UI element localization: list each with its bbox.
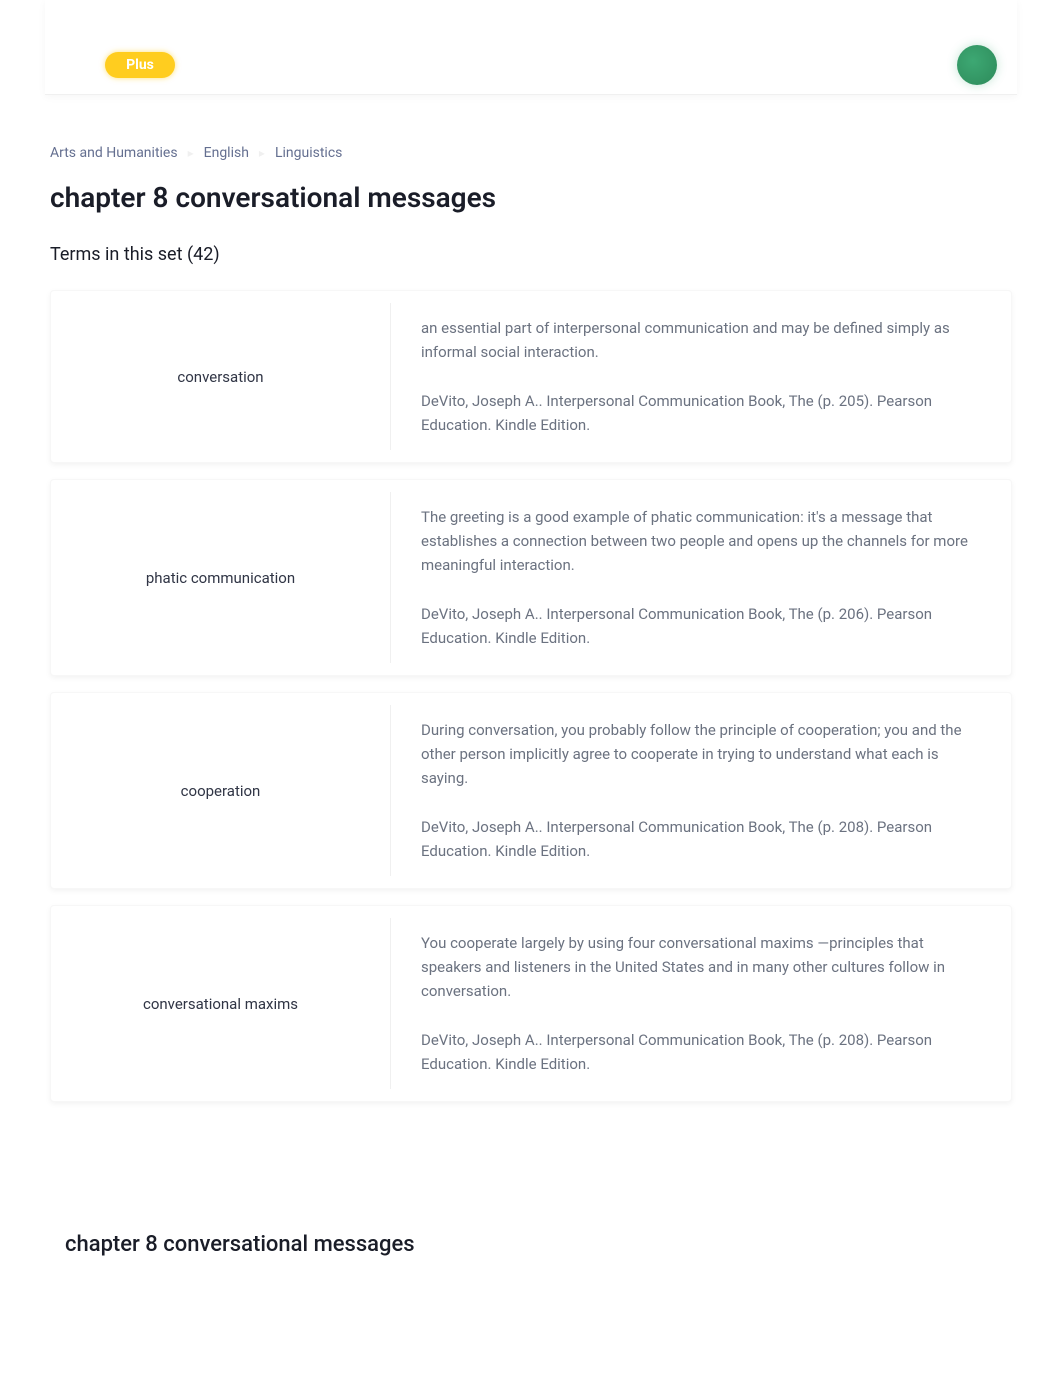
card-definition-panel: During conversation, you probably follow… xyxy=(391,693,1011,888)
breadcrumb-item-arts[interactable]: Arts and Humanities xyxy=(50,145,178,161)
cards-list: conversation an essential part of interp… xyxy=(50,290,1012,1102)
card-definition: During conversation, you probably follow… xyxy=(421,718,981,790)
card-term: conversational maxims xyxy=(143,995,298,1013)
avatar[interactable] xyxy=(957,45,997,85)
flashcard[interactable]: cooperation During conversation, you pro… xyxy=(50,692,1012,889)
card-citation: DeVito, Joseph A.. Interpersonal Communi… xyxy=(421,389,981,437)
main-content: Arts and Humanities ▸ English ▸ Linguist… xyxy=(0,95,1062,1132)
card-definition: You cooperate largely by using four conv… xyxy=(421,931,981,1003)
plus-badge[interactable]: Plus xyxy=(105,52,175,78)
card-definition-panel: The greeting is a good example of phatic… xyxy=(391,480,1011,675)
card-citation: DeVito, Joseph A.. Interpersonal Communi… xyxy=(421,602,981,650)
card-term-panel: conversation xyxy=(51,303,391,450)
card-term-panel: phatic communication xyxy=(51,492,391,663)
flashcard[interactable]: conversation an essential part of interp… xyxy=(50,290,1012,463)
flashcard[interactable]: phatic communication The greeting is a g… xyxy=(50,479,1012,676)
card-definition-panel: an essential part of interpersonal commu… xyxy=(391,291,1011,462)
breadcrumb: Arts and Humanities ▸ English ▸ Linguist… xyxy=(50,145,1012,161)
card-definition-panel: You cooperate largely by using four conv… xyxy=(391,906,1011,1101)
flashcard[interactable]: conversational maxims You cooperate larg… xyxy=(50,905,1012,1102)
card-citation: DeVito, Joseph A.. Interpersonal Communi… xyxy=(421,815,981,863)
breadcrumb-item-linguistics[interactable]: Linguistics xyxy=(275,145,342,161)
card-citation: DeVito, Joseph A.. Interpersonal Communi… xyxy=(421,1028,981,1076)
terms-count-subtitle: Terms in this set (42) xyxy=(50,244,1012,265)
plus-badge-label: Plus xyxy=(126,57,154,73)
card-definition: The greeting is a good example of phatic… xyxy=(421,505,981,577)
breadcrumb-item-english[interactable]: English xyxy=(204,145,249,161)
chevron-right-icon: ▸ xyxy=(188,146,194,160)
footer-title: chapter 8 conversational messages xyxy=(0,1132,1062,1317)
chevron-right-icon: ▸ xyxy=(259,146,265,160)
card-term-panel: cooperation xyxy=(51,705,391,876)
card-term: cooperation xyxy=(181,782,261,800)
header-bar: Plus xyxy=(45,0,1017,95)
card-term-panel: conversational maxims xyxy=(51,918,391,1089)
page-title: chapter 8 conversational messages xyxy=(50,181,1012,214)
card-term: phatic communication xyxy=(146,569,295,587)
card-definition: an essential part of interpersonal commu… xyxy=(421,316,981,364)
card-term: conversation xyxy=(177,368,263,386)
